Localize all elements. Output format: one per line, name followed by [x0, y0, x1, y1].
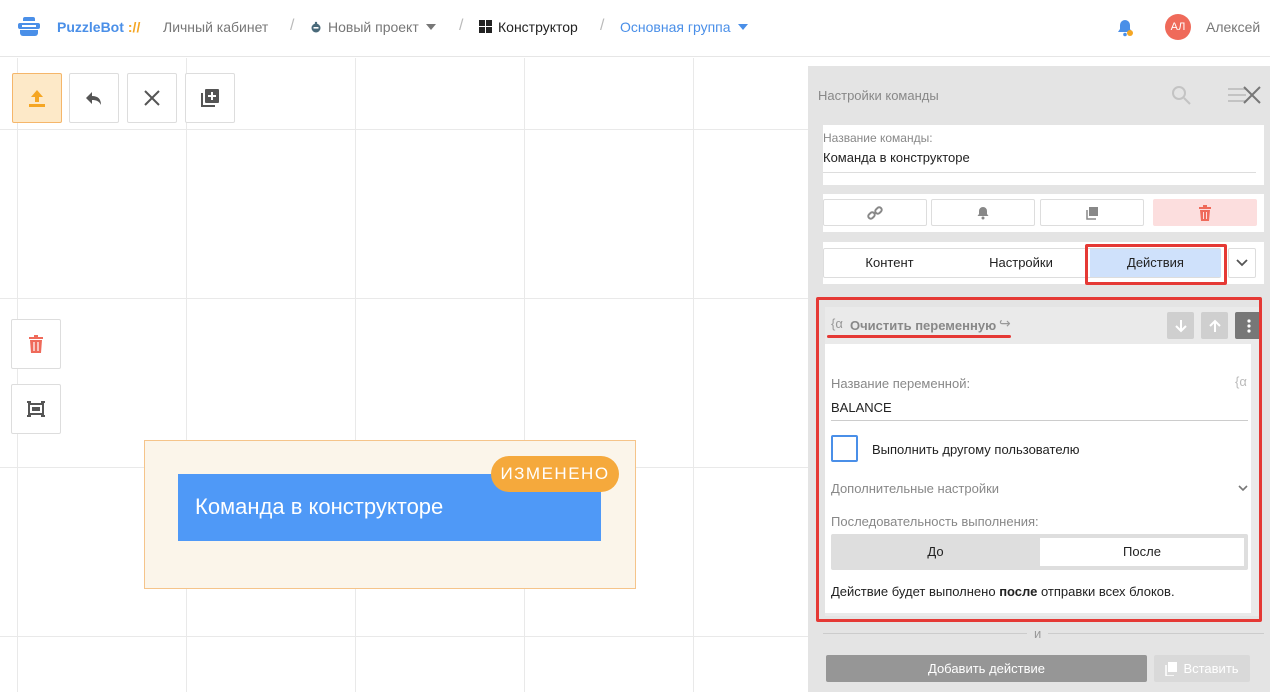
chevron-down-icon [737, 24, 748, 30]
notification-bell-icon[interactable] [1115, 18, 1135, 38]
paste-icon [1165, 661, 1178, 676]
highlight-actions-tab [1085, 244, 1227, 285]
panel-title: Настройки команды [818, 88, 939, 103]
constructor-canvas[interactable] [0, 58, 808, 692]
user-name[interactable]: Алексей [1206, 19, 1260, 35]
tab-settings[interactable]: Настройки [955, 249, 1087, 277]
breadcrumb-constructor-label: Конструктор [498, 19, 578, 35]
group-selector[interactable]: Основная группа [620, 19, 748, 35]
command-name-label: Название команды: [823, 131, 933, 145]
undo-icon [86, 92, 101, 105]
breadcrumb-slash: / [600, 17, 605, 34]
close-button[interactable] [127, 73, 177, 123]
avatar[interactable]: АЛ [1165, 14, 1191, 40]
bell-icon [977, 206, 989, 219]
divider [823, 633, 1027, 634]
more-tabs-button[interactable] [1228, 248, 1256, 278]
fit-view-icon [27, 401, 45, 417]
breadcrumb-slash: / [290, 17, 295, 34]
notify-button[interactable] [931, 199, 1035, 226]
chevron-down-icon [425, 24, 436, 30]
bot-icon [311, 21, 321, 33]
search-icon[interactable] [1170, 84, 1192, 106]
publish-button[interactable] [12, 73, 62, 123]
field-underline [823, 172, 1256, 173]
close-icon[interactable] [1241, 84, 1263, 106]
link-icon [867, 205, 883, 220]
command-name-card: Название команды: Команда в конструкторе [823, 125, 1264, 185]
copy-icon [1086, 206, 1098, 220]
paste-button[interactable]: Вставить [1154, 655, 1250, 682]
command-name-field[interactable]: Команда в конструкторе [823, 150, 970, 165]
brand-name[interactable]: PuzzleBot:// [57, 19, 140, 35]
breadcrumb-slash: / [459, 17, 464, 34]
copy-button[interactable] [1040, 199, 1144, 226]
and-text: и [1034, 626, 1042, 641]
group-selector-label: Основная группа [620, 19, 731, 35]
chevron-down-icon [1236, 259, 1248, 267]
brand-text[interactable]: PuzzleBot [57, 19, 124, 35]
undo-button[interactable] [69, 73, 119, 123]
grid-icon [479, 20, 492, 33]
command-actions-row [823, 194, 1264, 232]
breadcrumb-project[interactable]: Новый проект [310, 19, 436, 35]
trash-icon [29, 335, 43, 353]
fit-view-button[interactable] [11, 384, 61, 434]
paste-label: Вставить [1183, 661, 1239, 676]
delete-command-button[interactable] [1153, 199, 1257, 226]
divider [1048, 633, 1264, 634]
upload-icon [29, 90, 45, 107]
puzzlebot-logo-icon[interactable] [16, 15, 42, 39]
delete-button[interactable] [11, 319, 61, 369]
trash-icon [1199, 204, 1211, 221]
modified-badge: ИЗМЕНЕНО [491, 456, 619, 492]
brand-separator: :// [127, 19, 141, 35]
add-block-button[interactable] [185, 73, 235, 123]
tab-content[interactable]: Контент [824, 249, 955, 277]
highlight-action-block [816, 297, 1262, 622]
and-separator: и [823, 626, 1264, 641]
breadcrumb-cabinet[interactable]: Личный кабинет [163, 19, 268, 35]
add-copy-icon [201, 89, 219, 107]
add-action-button[interactable]: Добавить действие [826, 655, 1147, 682]
breadcrumb-project-label: Новый проект [328, 19, 419, 35]
close-icon [144, 90, 160, 106]
top-bar: PuzzleBot:// Личный кабинет / Новый прое… [0, 0, 1270, 57]
link-button[interactable] [823, 199, 927, 226]
breadcrumb-constructor[interactable]: Конструктор [479, 19, 578, 35]
